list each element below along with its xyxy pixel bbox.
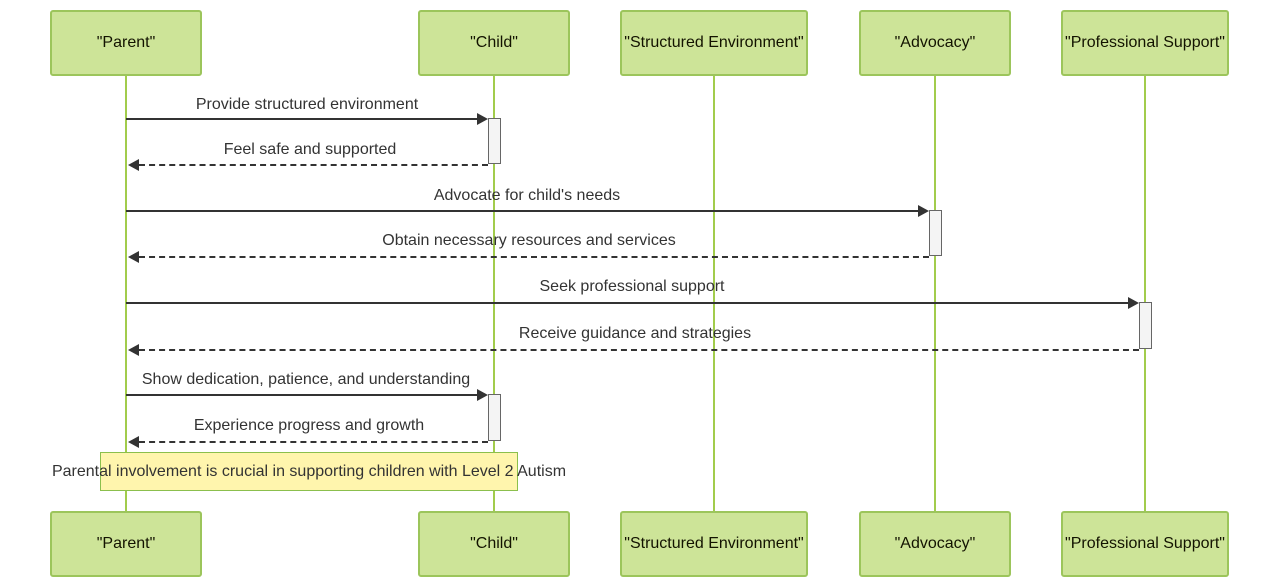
- message-line-6: [139, 349, 1139, 351]
- message-line-1: [126, 118, 477, 120]
- participant-label-professional_support: "Professional Support": [1065, 34, 1225, 51]
- message-line-3: [126, 210, 918, 212]
- message-line-8: [139, 441, 488, 443]
- message-arrowhead-7: [477, 389, 488, 401]
- message-line-2: [139, 164, 488, 166]
- message-arrowhead-5: [1128, 297, 1139, 309]
- participant-box-bottom-advocacy[interactable]: "Advocacy": [859, 511, 1011, 577]
- participant-box-top-advocacy[interactable]: "Advocacy": [859, 10, 1011, 76]
- participant-box-top-structured_environment[interactable]: "Structured Environment": [620, 10, 808, 76]
- message-label-4: Obtain necessary resources and services: [382, 232, 676, 249]
- participant-label-child: "Child": [470, 34, 518, 51]
- participant-label-structured_environment: "Structured Environment": [624, 535, 804, 552]
- sequence-diagram: Provide structured environment Feel safe …: [0, 0, 1280, 588]
- message-line-4: [139, 256, 929, 258]
- participant-label-advocacy: "Advocacy": [894, 535, 976, 552]
- participant-box-top-parent[interactable]: "Parent": [50, 10, 202, 76]
- note-text: Parental involvement is crucial in suppo…: [51, 463, 567, 480]
- message-line-5: [126, 302, 1128, 304]
- message-arrowhead-2: [128, 159, 139, 171]
- message-label-5: Seek professional support: [539, 278, 725, 295]
- message-label-1: Provide structured environment: [195, 96, 419, 113]
- participant-box-bottom-parent[interactable]: "Parent": [50, 511, 202, 577]
- participant-box-top-professional_support[interactable]: "Professional Support": [1061, 10, 1229, 76]
- participant-box-bottom-professional_support[interactable]: "Professional Support": [1061, 511, 1229, 577]
- message-line-7: [126, 394, 477, 396]
- participant-label-child: "Child": [470, 535, 518, 552]
- message-arrowhead-6: [128, 344, 139, 356]
- message-arrowhead-4: [128, 251, 139, 263]
- message-label-7: Show dedication, patience, and understan…: [141, 371, 471, 388]
- message-label-3: Advocate for child's needs: [433, 187, 621, 204]
- participant-label-structured_environment: "Structured Environment": [624, 34, 804, 51]
- participant-box-top-child[interactable]: "Child": [418, 10, 570, 76]
- message-arrowhead-1: [477, 113, 488, 125]
- participant-label-advocacy: "Advocacy": [894, 34, 976, 51]
- participant-label-parent: "Parent": [96, 34, 156, 51]
- message-arrowhead-3: [918, 205, 929, 217]
- message-label-2: Feel safe and supported: [223, 141, 397, 158]
- participant-box-bottom-child[interactable]: "Child": [418, 511, 570, 577]
- message-label-8: Experience progress and growth: [193, 417, 425, 434]
- message-arrowhead-8: [128, 436, 139, 448]
- participant-box-bottom-structured_environment[interactable]: "Structured Environment": [620, 511, 808, 577]
- participant-label-professional_support: "Professional Support": [1065, 535, 1225, 552]
- participant-label-parent: "Parent": [96, 535, 156, 552]
- message-label-6: Receive guidance and strategies: [518, 325, 752, 342]
